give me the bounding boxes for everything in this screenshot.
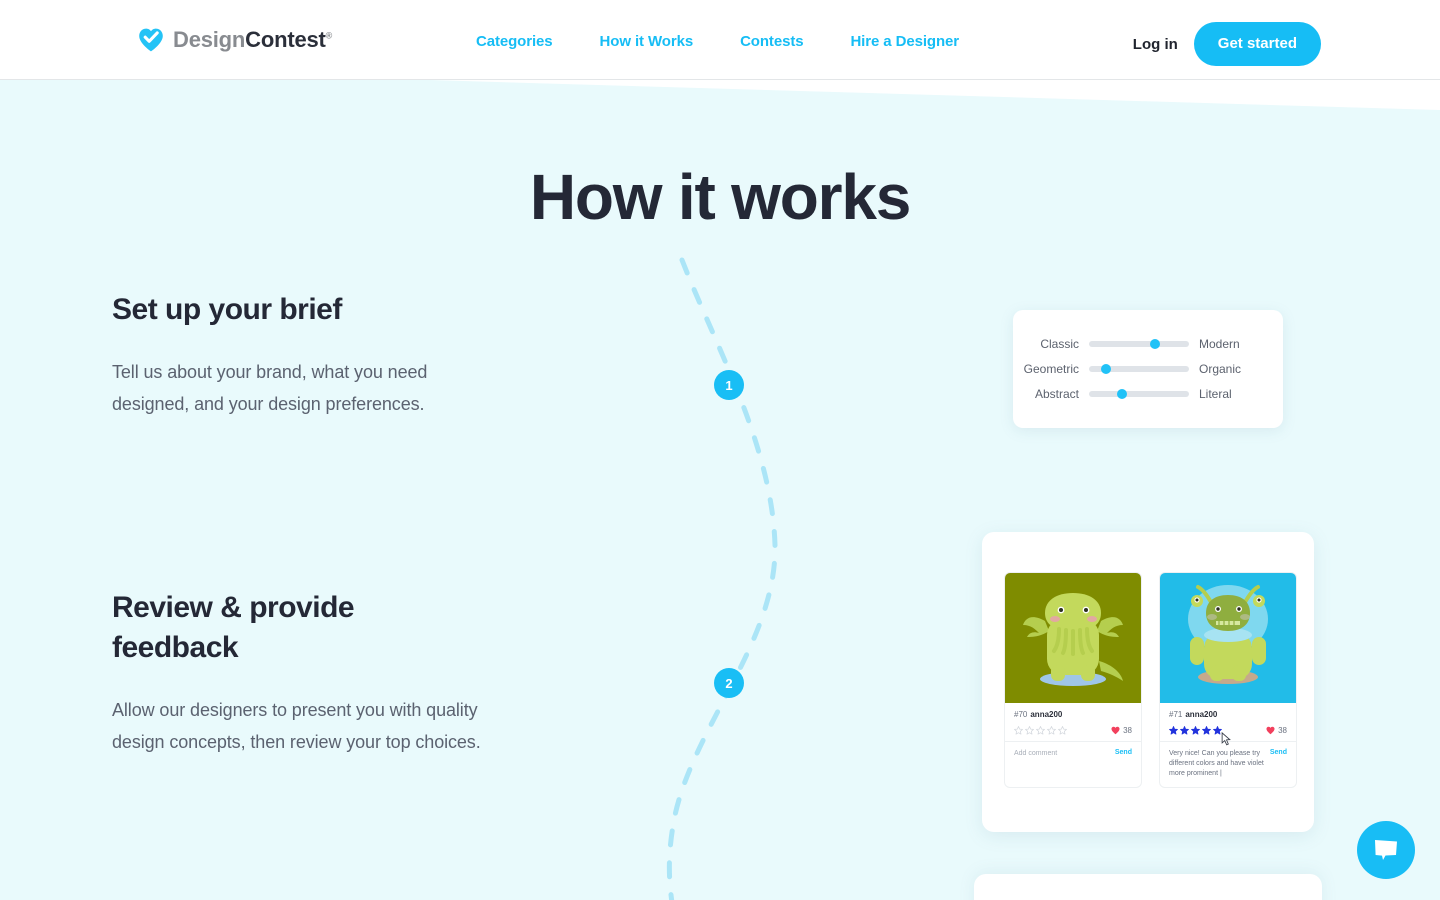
- nav-link-categories[interactable]: Categories: [476, 33, 553, 50]
- design-submission-70[interactable]: #70 anna200 38 Add comment Send: [1004, 572, 1142, 788]
- design-71-rating-row: 38: [1169, 726, 1287, 746]
- slider-abstract-literal[interactable]: [1089, 389, 1189, 399]
- slider-label-literal: Literal: [1199, 387, 1232, 401]
- nav-link-how-it-works[interactable]: How it Works: [600, 33, 694, 50]
- slider-row-abstract-literal: Abstract Literal: [1013, 386, 1283, 402]
- slider-thumb-abstract-literal[interactable]: [1117, 389, 1127, 399]
- design-thumbnail-blue-monster: [1160, 573, 1296, 703]
- slider-label-modern: Modern: [1199, 337, 1240, 351]
- step-1-body: Tell us about your brand, what you need …: [112, 362, 428, 414]
- design-71-star-rating[interactable]: [1169, 726, 1231, 746]
- star-icon-1[interactable]: [1169, 726, 1178, 735]
- design-71-meta: #71 anna200 38: [1160, 703, 1296, 746]
- slider-thumb-geometric-organic[interactable]: [1101, 364, 1111, 374]
- nav-link-hire-a-designer[interactable]: Hire a Designer: [850, 33, 959, 50]
- design-70-star-rating[interactable]: [1014, 726, 1067, 735]
- design-71-id-row: #71 anna200: [1169, 710, 1287, 719]
- design-review-card: #70 anna200 38 Add comment Send #71 anna…: [982, 532, 1314, 832]
- star-icon-4[interactable]: [1202, 726, 1211, 735]
- slider-label-classic: Classic: [1040, 337, 1079, 351]
- design-71-like-count: 38: [1278, 726, 1287, 735]
- design-70-meta: #70 anna200 38: [1005, 703, 1141, 741]
- design-71-username: anna200: [1185, 710, 1218, 719]
- step-1-text-block: Set up your brief Tell us about your bra…: [112, 290, 482, 420]
- step-1-heading: Set up your brief: [112, 293, 342, 326]
- main-navigation: Categories How it Works Contests Hire a …: [476, 33, 959, 50]
- slider-classic-modern[interactable]: [1089, 339, 1189, 349]
- star-icon-2[interactable]: [1025, 726, 1034, 735]
- heart-icon: [1111, 726, 1120, 735]
- page-title: How it works: [529, 161, 912, 233]
- design-70-username: anna200: [1030, 710, 1063, 719]
- design-70-rating-row: 38: [1014, 726, 1132, 735]
- step-badge-2: 2: [714, 668, 744, 698]
- design-thumbnail-green-monster: [1005, 573, 1141, 703]
- design-70-like-count: 38: [1123, 726, 1132, 735]
- design-70-likes: 38: [1111, 726, 1132, 735]
- chat-bubble-icon: [1375, 840, 1397, 860]
- design-71-comment-input[interactable]: Very nice! Can you please try different …: [1169, 749, 1265, 779]
- brand-name-second: Contest: [245, 27, 326, 52]
- design-71-comment-row: Very nice! Can you please try different …: [1160, 741, 1296, 787]
- star-icon-1[interactable]: [1014, 726, 1023, 735]
- chat-widget-button[interactable]: [1357, 821, 1415, 879]
- get-started-button[interactable]: Get started: [1193, 22, 1321, 66]
- slider-label-geometric: Geometric: [1023, 362, 1079, 376]
- star-icon-2[interactable]: [1180, 726, 1189, 735]
- design-preferences-card: Classic Modern Geometric Organic Abstrac…: [1013, 310, 1283, 428]
- design-70-comment-row: Add comment Send: [1005, 741, 1141, 769]
- slider-thumb-classic-modern[interactable]: [1150, 339, 1160, 349]
- design-submissions-grid: #70 anna200 38 Add comment Send #71 anna…: [1004, 572, 1297, 788]
- heart-icon: [1266, 726, 1275, 735]
- star-icon-3[interactable]: [1036, 726, 1045, 735]
- design-71-likes: 38: [1266, 726, 1287, 735]
- header-actions: Log in Get started: [1133, 22, 1321, 66]
- slider-label-abstract: Abstract: [1034, 387, 1079, 401]
- star-icon-5[interactable]: [1058, 726, 1067, 735]
- star-icon-4[interactable]: [1047, 726, 1056, 735]
- design-71-send-button[interactable]: Send: [1270, 749, 1287, 756]
- brand-name-first: Design: [173, 27, 246, 52]
- step-2-body: Allow our designers to present you with …: [112, 700, 481, 752]
- design-70-send-button[interactable]: Send: [1115, 749, 1132, 756]
- step-2-heading: Review & provide feedback: [112, 591, 355, 664]
- star-icon-5[interactable]: [1213, 726, 1222, 735]
- registered-trademark: ®: [325, 30, 333, 41]
- slider-row-geometric-organic: Geometric Organic: [1013, 361, 1283, 377]
- step-badge-1: 1: [714, 370, 744, 400]
- design-70-entry-id: #70: [1014, 710, 1028, 719]
- star-icon-3[interactable]: [1191, 726, 1200, 735]
- login-link[interactable]: Log in: [1133, 36, 1178, 53]
- brand-wordmark: DesignContest®: [173, 27, 332, 53]
- step-2-text-block: Review & provide feedback Allow our desi…: [112, 588, 482, 758]
- nav-link-contests[interactable]: Contests: [740, 33, 803, 50]
- site-header: DesignContest® Categories How it Works C…: [0, 0, 1440, 80]
- brand-logo[interactable]: DesignContest®: [138, 27, 332, 53]
- slider-row-classic-modern: Classic Modern: [1013, 336, 1283, 352]
- design-71-entry-id: #71: [1169, 710, 1183, 719]
- design-70-comment-input[interactable]: Add comment: [1014, 749, 1110, 759]
- next-step-card-partial: [974, 874, 1322, 900]
- slider-label-organic: Organic: [1199, 362, 1242, 376]
- design-70-id-row: #70 anna200: [1014, 710, 1132, 719]
- heart-check-icon: [139, 28, 163, 52]
- slider-geometric-organic[interactable]: [1089, 364, 1189, 374]
- design-submission-71[interactable]: #71 anna200 38 Very nice! Can you please…: [1159, 572, 1297, 788]
